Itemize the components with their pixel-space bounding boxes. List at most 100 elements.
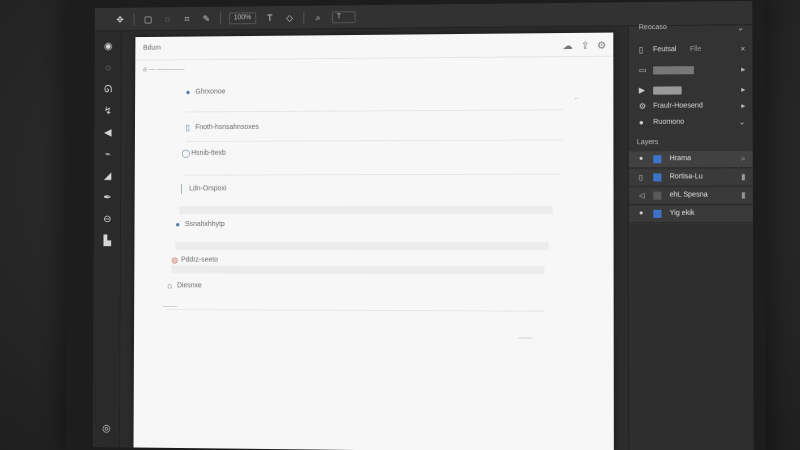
hand-tool-icon[interactable]: ◎ bbox=[101, 423, 113, 435]
layer-row[interactable]: ● Yig ekik bbox=[628, 205, 754, 223]
triangle-icon: ▶ bbox=[638, 85, 646, 95]
pen-tool-icon[interactable]: ✒ bbox=[102, 193, 114, 205]
panel-header: Reocaso bbox=[638, 23, 667, 32]
move-icon[interactable]: ✥ bbox=[114, 14, 126, 24]
divider bbox=[183, 173, 561, 176]
divider bbox=[220, 12, 222, 24]
lasso-icon[interactable]: ◌ bbox=[162, 14, 174, 24]
move-tool-icon[interactable]: ◉ bbox=[102, 41, 114, 53]
swatch[interactable] bbox=[653, 66, 694, 75]
chevron-down-icon[interactable]: ⌄ bbox=[737, 23, 744, 32]
lock-icon[interactable]: ⌕ bbox=[741, 154, 746, 164]
crop-tool-icon[interactable]: ◀ bbox=[102, 128, 114, 140]
swatch[interactable] bbox=[653, 86, 682, 95]
lock-icon[interactable]: ▮ bbox=[741, 172, 746, 181]
layer-thumbnail bbox=[653, 173, 662, 182]
list-item: Ldn-Orspoxi bbox=[189, 185, 227, 193]
property-row[interactable]: ▯ Feutsal Flle × bbox=[629, 41, 754, 58]
chevron-down-icon[interactable]: ⌄ bbox=[739, 117, 746, 126]
document-header: Bdum ☁ ⇪ ⚙ bbox=[135, 32, 614, 61]
eye-icon[interactable]: ● bbox=[639, 210, 643, 217]
arrow-right-icon[interactable]: ▸ bbox=[741, 101, 745, 110]
property-label: Fraulr-Hoesend bbox=[653, 102, 703, 110]
layer-name: Hrama bbox=[669, 155, 692, 163]
item-icon: │ bbox=[179, 184, 185, 194]
property-value: Flle bbox=[689, 45, 702, 54]
item-icon: ● bbox=[175, 220, 181, 229]
layer-name: Rortisa-Lu bbox=[669, 173, 703, 181]
dot-icon: ● bbox=[638, 117, 644, 128]
list-item: Pddrz-seeto bbox=[181, 256, 218, 264]
item-icon: ◍ bbox=[171, 255, 179, 265]
settings-icon[interactable]: ⚙ bbox=[597, 41, 606, 52]
crop-icon[interactable]: ⌗ bbox=[181, 13, 193, 23]
property-row[interactable]: ● Ruomono ⌄ bbox=[629, 114, 754, 131]
arrow-right-icon[interactable]: ▸ bbox=[741, 85, 745, 94]
shape-icon[interactable]: ◇ bbox=[284, 12, 296, 22]
layers-title: Layers bbox=[636, 139, 659, 147]
divider bbox=[133, 13, 135, 25]
layer-thumbnail bbox=[653, 155, 662, 164]
divider bbox=[185, 109, 563, 113]
text-icon[interactable]: T bbox=[264, 13, 276, 23]
lasso-tool-icon[interactable]: ᘏ bbox=[102, 84, 114, 96]
shape-tool-icon[interactable]: ▙ bbox=[101, 236, 113, 248]
list-item: Diesnxe bbox=[177, 282, 202, 290]
arrow-right-icon[interactable]: ▸ bbox=[741, 65, 745, 74]
app-window: ✥ ▢ ◌ ⌗ ✎ 100% T ◇ ⌕ T ◉ ◌ ᘏ ↯ ◀ ⌁ ◢ ✒ ⊖… bbox=[92, 0, 754, 450]
list-item: Ssnahxhhytp bbox=[185, 221, 225, 228]
monitor-bezel: ✥ ▢ ◌ ⌗ ✎ 100% T ◇ ⌕ T ◉ ◌ ᘏ ↯ ◀ ⌁ ◢ ✒ ⊖… bbox=[65, 0, 767, 450]
layer-row[interactable]: ◁ ehL Spesna ▮ bbox=[628, 187, 754, 205]
item-icon: ◯ bbox=[181, 148, 191, 158]
layer-name: ehL Spesna bbox=[669, 191, 708, 199]
lock-icon[interactable]: ▮ bbox=[741, 190, 746, 199]
photo-backdrop: ✥ ▢ ◌ ⌗ ✎ 100% T ◇ ⌕ T ◉ ◌ ᘏ ↯ ◀ ⌁ ◢ ✒ ⊖… bbox=[0, 0, 800, 450]
layer-row[interactable]: ● Hrama ⌕ bbox=[628, 150, 754, 169]
item-icon: ⌂ bbox=[167, 281, 173, 291]
property-label: Ruomono bbox=[653, 118, 685, 126]
eye-icon[interactable]: ▯ bbox=[639, 173, 643, 181]
marquee-tool-icon[interactable]: ◌ bbox=[102, 63, 114, 75]
list-item: Fnoth-hsnsahnsoxes bbox=[195, 123, 259, 132]
placeholder-bar bbox=[175, 241, 549, 251]
list-item: Hsnib-ttexb bbox=[191, 149, 226, 157]
share-icon[interactable]: ⇪ bbox=[581, 41, 590, 52]
document-canvas[interactable]: Bdum ☁ ⇪ ⚙ a — ———— ● Ghrxonoe ⌐ ▯ Fnoth… bbox=[133, 32, 614, 450]
marquee-icon[interactable]: ▢ bbox=[142, 14, 154, 24]
cloud-icon[interactable]: ☁ bbox=[563, 41, 573, 52]
eye-icon[interactable]: ◁ bbox=[639, 192, 645, 200]
layers-empty-area bbox=[628, 223, 754, 450]
divider bbox=[185, 139, 563, 143]
placeholder-bar bbox=[171, 265, 545, 275]
footer-mark: —— bbox=[163, 303, 177, 311]
text-tool-icon[interactable]: ⊖ bbox=[102, 214, 114, 226]
item-icon: ▯ bbox=[185, 123, 190, 133]
doc-subtitle: a — ———— bbox=[142, 66, 185, 74]
layer-row[interactable]: ▯ Rortisa-Lu ▮ bbox=[628, 169, 754, 187]
divider bbox=[167, 309, 545, 312]
layer-thumbnail bbox=[653, 191, 662, 200]
handle-icon[interactable]: ⌐ bbox=[575, 95, 579, 102]
property-row[interactable]: ▭ ▸ bbox=[629, 62, 754, 79]
item-icon: ● bbox=[185, 87, 191, 97]
gear-icon: ⚙ bbox=[638, 101, 647, 111]
properties-panel: Reocaso ⌄ ▯ Feutsal Flle × ▭ ▸ ▶ ▸ ⚙ Fra… bbox=[627, 23, 754, 450]
layer-thumbnail bbox=[653, 209, 662, 218]
layer-icon: ▭ bbox=[638, 65, 647, 75]
tools-panel: ◉ ◌ ᘏ ↯ ◀ ⌁ ◢ ✒ ⊖ ▙ ◎ bbox=[92, 31, 122, 448]
placeholder-bar bbox=[179, 205, 553, 215]
property-row[interactable]: ⚙ Fraulr-Hoesend ▸ bbox=[629, 98, 754, 115]
property-row[interactable]: ▶ ▸ bbox=[629, 82, 754, 99]
eraser-tool-icon[interactable]: ◢ bbox=[102, 171, 114, 183]
close-icon[interactable]: × bbox=[740, 44, 745, 53]
eye-icon[interactable]: ● bbox=[639, 155, 643, 162]
font-field[interactable]: T bbox=[331, 10, 356, 23]
brush-icon[interactable]: ✎ bbox=[201, 13, 213, 23]
list-item: Ghrxonoe bbox=[195, 88, 226, 96]
zoom-field[interactable]: 100% bbox=[228, 11, 257, 24]
zoom-icon[interactable]: ⌕ bbox=[312, 12, 324, 22]
property-label: Feutsal bbox=[653, 46, 677, 54]
wand-tool-icon[interactable]: ↯ bbox=[102, 106, 114, 118]
divider bbox=[303, 11, 305, 24]
brush-tool-icon[interactable]: ⌁ bbox=[102, 149, 114, 161]
